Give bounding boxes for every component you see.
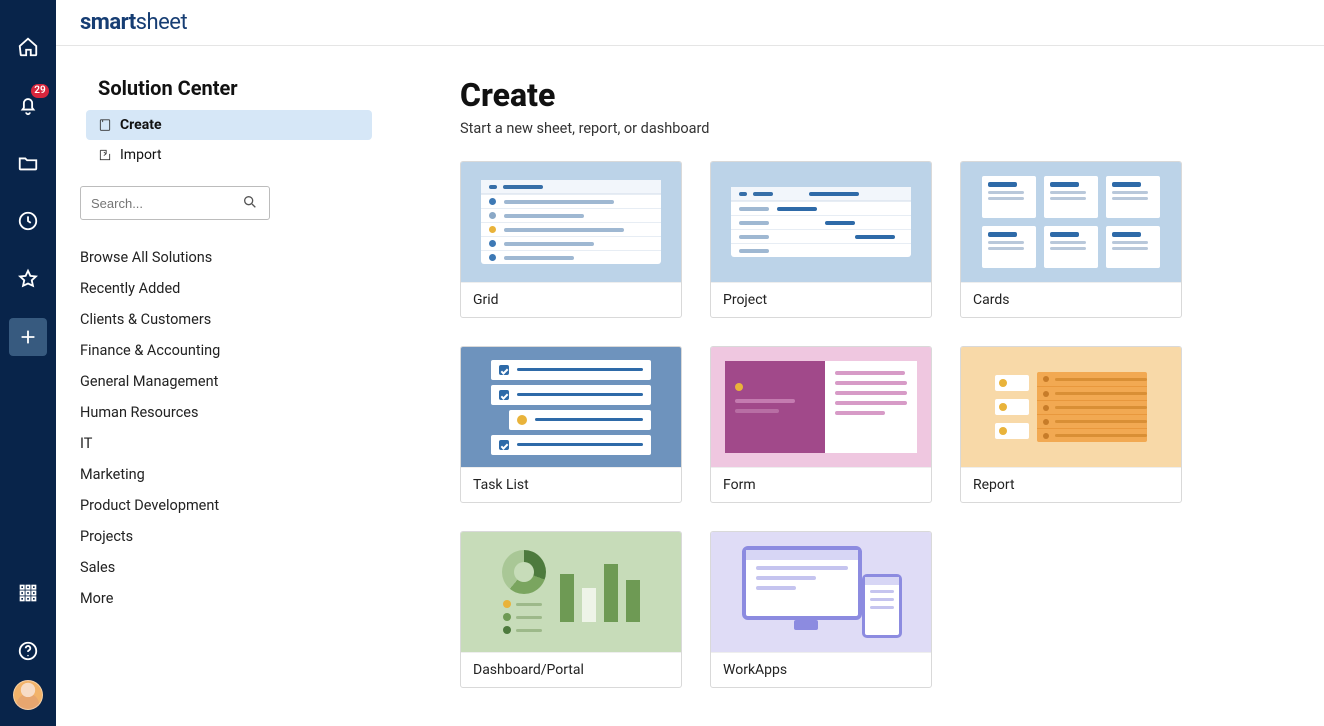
tile-form[interactable]: Form [710, 346, 932, 503]
sidebar-link[interactable]: Browse All Solutions [80, 242, 372, 273]
page-subtitle: Start a new sheet, report, or dashboard [460, 120, 1284, 137]
tile-art [711, 532, 931, 652]
tile-label: Grid [461, 282, 681, 317]
folder-icon[interactable] [9, 144, 47, 182]
global-nav-rail: 29 [0, 0, 56, 726]
tile-tasklist[interactable]: Task List [460, 346, 682, 503]
sidebar-nav-import[interactable]: Import [86, 140, 372, 170]
help-icon[interactable] [9, 632, 47, 670]
sidebar-nav-label: Import [120, 147, 162, 163]
avatar[interactable] [13, 680, 43, 710]
sidebar-link[interactable]: Sales [80, 552, 372, 583]
tile-report[interactable]: Report [960, 346, 1182, 503]
tile-label: Dashboard/Portal [461, 652, 681, 687]
brand-logo[interactable]: smartsheet [80, 10, 187, 35]
tile-art [461, 532, 681, 652]
brand-bold: smart [80, 10, 136, 35]
tile-grid[interactable]: Grid [460, 161, 682, 318]
create-tiles: Grid Project [460, 161, 1284, 688]
search-input[interactable] [80, 186, 270, 220]
sidebar-nav-label: Create [120, 117, 162, 133]
sidebar-link[interactable]: Finance & Accounting [80, 335, 372, 366]
sidebar-nav-create[interactable]: Create [86, 110, 372, 140]
tile-label: Form [711, 467, 931, 502]
search-wrap [80, 186, 372, 220]
main-content: Create Start a new sheet, report, or das… [396, 46, 1324, 726]
sidebar-nav: Create Import [86, 110, 372, 170]
recents-icon[interactable] [9, 202, 47, 240]
create-button[interactable] [9, 318, 47, 356]
tile-label: Cards [961, 282, 1181, 317]
tile-art [961, 162, 1181, 282]
sidebar-link[interactable]: IT [80, 428, 372, 459]
tile-workapps[interactable]: WorkApps [710, 531, 932, 688]
sidebar-link[interactable]: Human Resources [80, 397, 372, 428]
sidebar-link[interactable]: General Management [80, 366, 372, 397]
sidebar-link[interactable]: Clients & Customers [80, 304, 372, 335]
tile-art [461, 347, 681, 467]
tile-label: Report [961, 467, 1181, 502]
tile-cards[interactable]: Cards [960, 161, 1182, 318]
sidebar-title: Solution Center [98, 76, 372, 100]
notifications-icon[interactable]: 29 [9, 86, 47, 124]
tile-project[interactable]: Project [710, 161, 932, 318]
home-icon[interactable] [9, 28, 47, 66]
sidebar-link[interactable]: Product Development [80, 490, 372, 521]
sidebar-link[interactable]: Projects [80, 521, 372, 552]
tile-art [711, 347, 931, 467]
sidebar-category-list: Browse All Solutions Recently Added Clie… [80, 242, 372, 614]
tile-label: WorkApps [711, 652, 931, 687]
tile-art [711, 162, 931, 282]
sidebar-link[interactable]: More [80, 583, 372, 614]
solution-center-sidebar: Solution Center Create Import Browse All… [56, 46, 396, 726]
tile-label: Project [711, 282, 931, 317]
notifications-badge: 29 [31, 84, 49, 98]
page-title: Create [460, 76, 1284, 114]
top-bar: smartsheet [56, 0, 1324, 46]
favorites-icon[interactable] [9, 260, 47, 298]
sidebar-link[interactable]: Recently Added [80, 273, 372, 304]
sidebar-link[interactable]: Marketing [80, 459, 372, 490]
brand-light: sheet [136, 10, 188, 35]
tile-dashboard[interactable]: Dashboard/Portal [460, 531, 682, 688]
tile-art [961, 347, 1181, 467]
apps-icon[interactable] [9, 574, 47, 612]
tile-label: Task List [461, 467, 681, 502]
tile-art [461, 162, 681, 282]
